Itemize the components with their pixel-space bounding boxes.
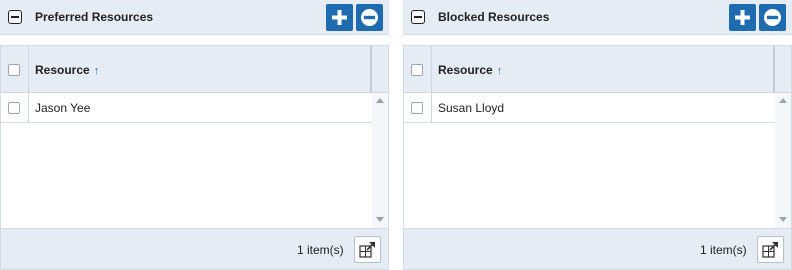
item-count: 1 item(s) [700, 243, 747, 257]
panel-header: Blocked Resources [403, 0, 792, 35]
blocked-resources-panel: Blocked Resources Resource ↑ Susan Lloyd… [403, 0, 792, 270]
column-divider [28, 93, 29, 123]
scroll-down-icon[interactable] [779, 217, 787, 222]
remove-button[interactable] [759, 4, 786, 31]
item-count: 1 item(s) [297, 243, 344, 257]
open-window-button[interactable] [757, 236, 784, 263]
open-window-icon [359, 242, 375, 258]
resource-name: Susan Lloyd [438, 101, 505, 115]
scroll-down-icon[interactable] [376, 217, 384, 222]
vertical-scrollbar[interactable] [775, 93, 791, 228]
resource-name: Jason Yee [35, 101, 91, 115]
header-divider [370, 46, 372, 93]
table-row[interactable]: Jason Yee [1, 93, 372, 123]
add-button[interactable] [326, 4, 353, 31]
row-checkbox[interactable] [411, 102, 423, 114]
plus-icon [735, 10, 750, 25]
sort-ascending-icon: ↑ [93, 65, 100, 77]
select-all-checkbox[interactable] [411, 64, 423, 76]
grid-header: Resource ↑ [404, 46, 791, 93]
minus-circle-icon [764, 9, 781, 26]
column-divider [431, 93, 432, 123]
grid-footer: 1 item(s) [404, 228, 791, 269]
column-divider [431, 46, 432, 93]
vertical-scrollbar[interactable] [372, 93, 388, 228]
column-divider [28, 46, 29, 93]
plus-icon [332, 10, 347, 25]
column-header-label: Resource [35, 63, 90, 77]
sort-ascending-icon: ↑ [496, 65, 503, 77]
column-header-resource[interactable]: Resource ↑ [438, 63, 502, 77]
panel-title: Preferred Resources [35, 10, 154, 24]
grid-header: Resource ↑ [1, 46, 388, 93]
preferred-resources-panel: Preferred Resources Resource ↑ Jason Yee… [0, 0, 389, 270]
panel-header: Preferred Resources [0, 0, 389, 35]
panel-title: Blocked Resources [438, 10, 550, 24]
resource-grid: Resource ↑ Susan Lloyd 1 item(s) [403, 45, 792, 270]
minus-circle-icon [361, 9, 378, 26]
table-row[interactable]: Susan Lloyd [404, 93, 775, 123]
open-window-button[interactable] [354, 236, 381, 263]
column-header-resource[interactable]: Resource ↑ [35, 63, 99, 77]
row-checkbox[interactable] [8, 102, 20, 114]
open-window-icon [762, 242, 778, 258]
collapse-minus-icon[interactable] [411, 10, 425, 24]
resource-grid: Resource ↑ Jason Yee 1 item(s) [0, 45, 389, 270]
grid-footer: 1 item(s) [1, 228, 388, 269]
header-divider [773, 46, 775, 93]
column-header-label: Resource [438, 63, 493, 77]
collapse-minus-icon[interactable] [8, 10, 22, 24]
select-all-checkbox[interactable] [8, 64, 20, 76]
scroll-up-icon[interactable] [376, 98, 384, 103]
remove-button[interactable] [356, 4, 383, 31]
add-button[interactable] [729, 4, 756, 31]
scroll-up-icon[interactable] [779, 98, 787, 103]
